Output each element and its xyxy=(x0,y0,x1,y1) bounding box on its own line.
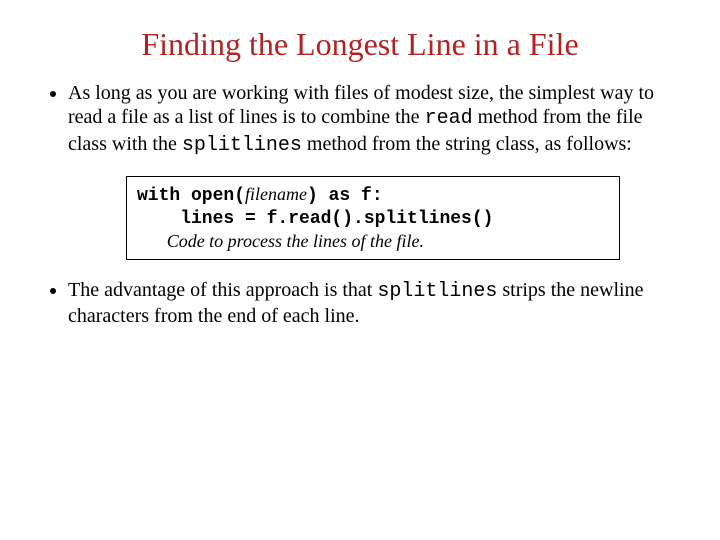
bullet-2: The advantage of this approach is that s… xyxy=(68,278,680,329)
bullet-list-2: The advantage of this approach is that s… xyxy=(40,278,680,329)
inline-code-splitlines: splitlines xyxy=(182,134,302,157)
bullet-1: As long as you are working with files of… xyxy=(68,81,680,158)
code-l1-a: with open( xyxy=(137,186,245,206)
inline-code-splitlines-2: splitlines xyxy=(377,280,497,303)
code-line-2: lines = f.read().splitlines() xyxy=(137,208,609,231)
bullet-list: As long as you are working with files of… xyxy=(40,81,680,158)
bullet-1-text-c: method from the string class, as follows… xyxy=(302,133,632,155)
bullet-2-text-a: The advantage of this approach is that xyxy=(68,279,377,301)
slide: Finding the Longest Line in a File As lo… xyxy=(0,0,720,540)
code-l1-b: ) as f: xyxy=(307,186,383,206)
slide-title: Finding the Longest Line in a File xyxy=(40,26,680,63)
inline-code-read: read xyxy=(425,107,473,130)
code-l1-arg: filename xyxy=(245,184,307,204)
code-box: with open(filename) as f: lines = f.read… xyxy=(126,176,620,260)
code-desc: Code to process the lines of the file. xyxy=(137,230,609,253)
code-line-1: with open(filename) as f: xyxy=(137,183,609,208)
